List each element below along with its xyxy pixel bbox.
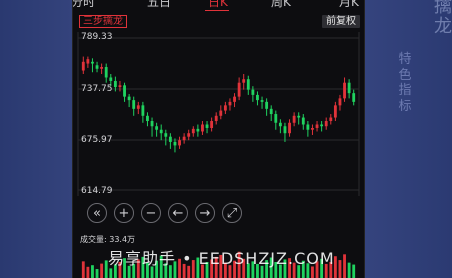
candle-body — [141, 105, 145, 116]
volume-bar — [91, 265, 94, 278]
candle-body — [297, 115, 301, 118]
candle-body — [173, 141, 177, 146]
candle-body — [265, 101, 269, 109]
candle-body — [178, 140, 181, 146]
candle-body — [214, 115, 218, 122]
volume-label: 成交量: 33.4万 — [80, 235, 136, 244]
candle-body — [251, 89, 255, 95]
candle-body — [329, 117, 333, 122]
collapse-left-button[interactable]: « — [87, 203, 107, 223]
fullscreen-button[interactable]: ⤢ — [222, 203, 242, 223]
candle-body — [320, 124, 324, 127]
candle-body — [205, 124, 209, 128]
candle-body — [201, 124, 204, 132]
candle-body — [242, 79, 246, 83]
candle-body — [146, 115, 149, 122]
candle-body — [223, 105, 227, 111]
price-label-lower: 675.97 — [81, 135, 113, 145]
price-label-high: 789.33 — [81, 32, 113, 42]
candle-body — [196, 128, 200, 132]
volume-bar — [352, 264, 356, 278]
candle-body — [352, 93, 356, 102]
candle-body — [118, 85, 122, 88]
volume-bar — [81, 261, 85, 278]
candle-body — [324, 121, 328, 127]
candle-body — [123, 85, 126, 97]
side-feature-label: 特色指标 — [398, 52, 412, 114]
candle-body — [274, 114, 278, 123]
candle-body — [100, 67, 104, 69]
price-label-low: 614.79 — [81, 186, 113, 196]
candle-body — [164, 133, 168, 137]
candle-body — [347, 82, 351, 94]
volume-bar — [338, 260, 342, 278]
volume-bar — [86, 266, 90, 278]
candle-body — [136, 105, 140, 109]
candle-body — [210, 121, 214, 128]
candle-body — [168, 136, 172, 142]
candle-body — [86, 59, 90, 64]
candle-body — [159, 129, 163, 134]
candle-body — [182, 136, 186, 141]
candle-body — [246, 79, 250, 90]
candle-body — [228, 101, 232, 106]
scroll-left-button[interactable]: ← — [168, 203, 188, 223]
candle-body — [155, 126, 159, 130]
candle-body — [315, 124, 319, 128]
zoom-out-button[interactable]: − — [141, 203, 161, 223]
candle-body — [233, 96, 236, 102]
zoom-in-button[interactable]: + — [114, 203, 134, 223]
price-label-upper: 737.75 — [81, 84, 113, 94]
candle-body — [256, 94, 259, 101]
candle-body — [219, 110, 223, 116]
left-background — [0, 0, 72, 278]
candle-body — [150, 121, 154, 127]
candle-body — [292, 115, 296, 123]
candle-body — [109, 77, 113, 81]
watermark: 易享助手 • EEDSHZJZ.COM — [108, 249, 335, 268]
candle-body — [269, 108, 273, 115]
candle-body — [187, 133, 191, 137]
candle-body — [191, 128, 195, 134]
candle-body — [132, 100, 136, 109]
volume-bar — [343, 254, 346, 278]
candle-body — [95, 65, 99, 69]
candle-body — [81, 61, 85, 71]
candle-body — [306, 124, 310, 130]
candle-body — [260, 100, 264, 102]
scroll-right-button[interactable]: → — [195, 203, 215, 223]
candle-body — [104, 67, 108, 78]
candle-body — [301, 117, 305, 125]
volume-bar — [347, 262, 351, 278]
candle-body — [283, 126, 287, 134]
candle-body — [91, 61, 94, 64]
candle-body — [288, 122, 291, 134]
candle-body — [127, 96, 131, 101]
right-background — [363, 0, 452, 278]
candle-body — [333, 105, 337, 118]
candle-body — [278, 122, 282, 127]
volume-bar — [109, 268, 113, 278]
candle-body — [343, 82, 346, 99]
side-title: 擒龙 — [431, 0, 452, 36]
candle-body — [311, 127, 314, 130]
volume-bar — [95, 269, 99, 278]
candle-body — [237, 82, 241, 97]
volume-bar — [100, 263, 104, 278]
phone-screen: 分时 五日 日K 周K 月K 三步擒龙 前复权 789.33 737.75 67… — [72, 0, 365, 278]
candle-body — [338, 98, 342, 106]
candle-body — [113, 80, 117, 88]
